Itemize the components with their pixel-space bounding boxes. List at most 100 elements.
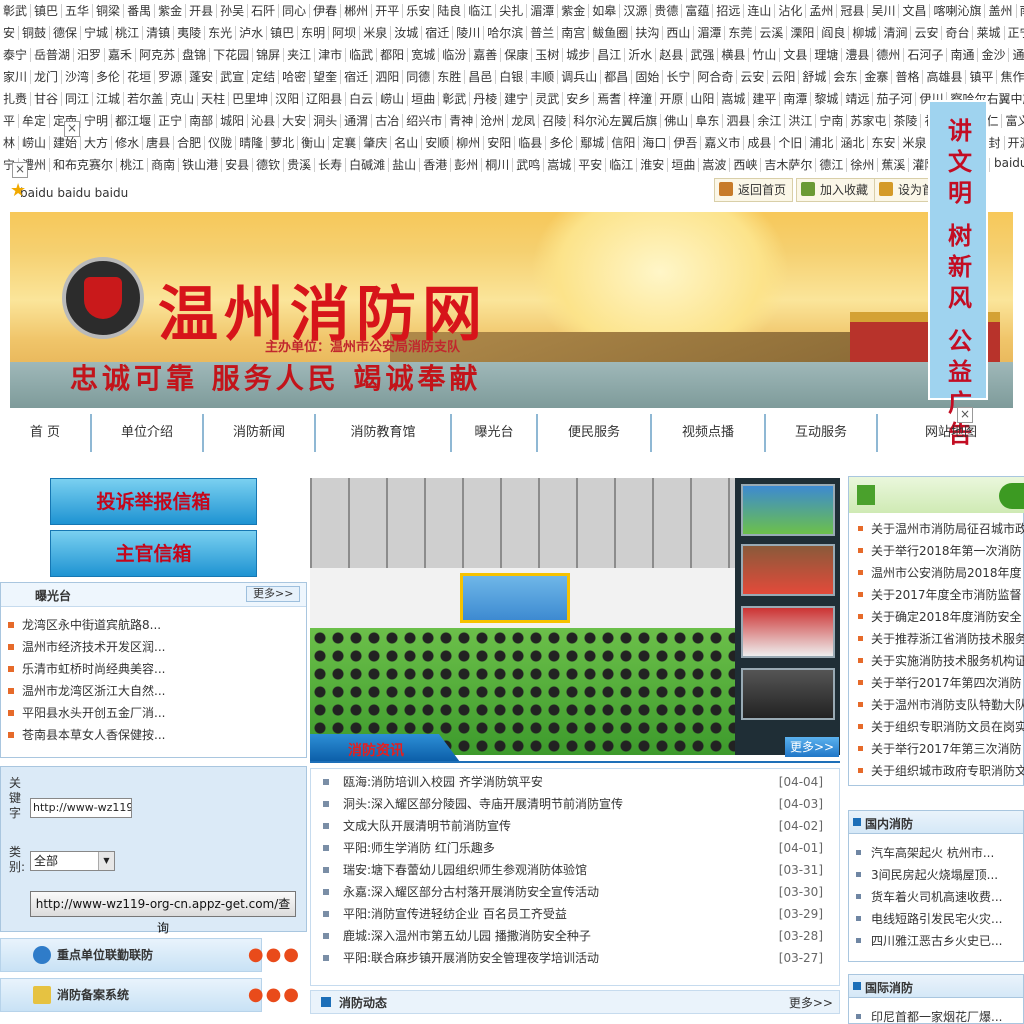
city-link[interactable]: 唐县 [143, 136, 175, 150]
city-link[interactable]: 云安 [911, 26, 943, 40]
city-link[interactable]: 龙门 [31, 70, 63, 84]
list-item[interactable]: 温州市公安消防局2018年度 [858, 562, 1024, 584]
city-link[interactable]: 铁山港 [179, 158, 223, 172]
city-link[interactable]: 德州 [873, 48, 905, 62]
news-row[interactable]: 瓯海:消防培训入校园 齐学消防筑平安 [04-04] [323, 771, 823, 793]
city-link[interactable]: 汉源 [620, 4, 652, 18]
city-link[interactable]: 正宁 [155, 114, 187, 128]
city-link[interactable]: 望奎 [310, 70, 342, 84]
city-link[interactable]: 梓潼 [625, 92, 657, 106]
city-link[interactable]: 多伦 [546, 136, 578, 150]
city-link[interactable]: 扎赉 [0, 92, 32, 106]
city-link[interactable]: 竹山 [749, 48, 781, 62]
city-link[interactable]: 崂山 [19, 136, 51, 150]
complaint-mailbox-button[interactable]: 投诉举报信箱 [50, 478, 257, 525]
city-link[interactable]: 东胜 [434, 70, 466, 84]
city-link[interactable]: 灵武 [532, 92, 564, 106]
city-link[interactable]: 泸水 [236, 26, 268, 40]
city-link[interactable]: 若尔盖 [124, 92, 168, 106]
city-link[interactable]: 铜梁 [93, 4, 125, 18]
city-link[interactable]: 绍兴市 [403, 114, 447, 128]
city-link[interactable]: 宁南 [816, 114, 848, 128]
city-link[interactable]: 建宁 [501, 92, 533, 106]
city-link[interactable]: 云溪 [756, 26, 788, 40]
city-link[interactable]: 桐川 [482, 158, 514, 172]
city-link[interactable]: 锦屏 [253, 48, 285, 62]
city-link[interactable]: 桃江 [112, 26, 144, 40]
city-link[interactable]: 临汾 [439, 48, 471, 62]
city-link[interactable]: 江城 [93, 92, 125, 106]
city-link[interactable]: 香港 [420, 158, 452, 172]
city-link[interactable]: 浦北 [806, 136, 838, 150]
star-icon[interactable]: ★ [10, 180, 26, 201]
list-item[interactable]: 关于举行2017年第四次消防 [858, 672, 1024, 694]
city-link[interactable]: 牟定 [19, 114, 51, 128]
city-link[interactable]: 西山 [663, 26, 695, 40]
city-link[interactable]: 开县 [186, 4, 218, 18]
city-link[interactable]: 石河子 [904, 48, 948, 62]
nav-fire-news[interactable]: 消防新闻 [204, 414, 316, 452]
city-link[interactable]: 番禺 [124, 4, 156, 18]
city-link[interactable]: 镇巴 [267, 26, 299, 40]
thumbnail-3[interactable] [741, 606, 835, 658]
city-link[interactable]: 个旧 [775, 136, 807, 150]
city-link[interactable]: 克山 [167, 92, 199, 106]
city-link[interactable]: 乐安 [403, 4, 435, 18]
city-link[interactable]: 淮安 [637, 158, 669, 172]
public-service-ad[interactable]: 讲文明 树新风 公益广告 [928, 100, 988, 448]
city-link[interactable]: 仪陇 [205, 136, 237, 150]
list-item[interactable]: 关于组织专职消防文员在岗实 [858, 716, 1024, 738]
city-link[interactable]: 花垣 [124, 70, 156, 84]
city-link[interactable]: 名山 [391, 136, 423, 150]
news-row[interactable]: 平阳:联合麻步镇开展消防安全管理夜学培训活动 [03-27] [323, 947, 823, 969]
city-link[interactable]: 尖扎 [496, 4, 528, 18]
city-link[interactable]: 科尔沁左翼后旗 [570, 114, 662, 128]
city-link[interactable]: 东明 [298, 26, 330, 40]
city-link[interactable]: 南通 [947, 48, 979, 62]
city-link[interactable]: 茄子河 [873, 92, 917, 106]
news-row[interactable]: 鹿城:深入温州市第五幼儿园 播撒消防安全种子 [03-28] [323, 925, 823, 947]
city-link[interactable]: 萝北 [267, 136, 299, 150]
key-unit-linkage-button[interactable]: 重点单位联勤联防 ●●● [0, 938, 299, 972]
city-link[interactable]: 夷陵 [174, 26, 206, 40]
city-link[interactable]: 东光 [205, 26, 237, 40]
city-link[interactable]: 长寿 [315, 158, 347, 172]
city-link[interactable]: 文县 [780, 48, 812, 62]
city-link[interactable]: 都江堰 [112, 114, 156, 128]
list-item[interactable]: 温州市经济技术开发区润... [8, 636, 298, 658]
list-item[interactable]: 电线短路引发民宅火灾... [856, 908, 1006, 930]
list-item[interactable]: 汽车高架起火 杭州市... [856, 842, 1006, 864]
city-link[interactable]: 云安 [737, 70, 769, 84]
city-link[interactable]: 吴川 [868, 4, 900, 18]
city-link[interactable]: 下花园 [210, 48, 254, 62]
thumbnail-2[interactable] [741, 544, 835, 596]
city-link[interactable]: 彭州 [451, 158, 483, 172]
city-link[interactable]: 城步 [563, 48, 595, 62]
city-link[interactable]: 嵩城 [544, 158, 576, 172]
city-link[interactable]: 奇台 [942, 26, 974, 40]
nav-services[interactable]: 便民服务 [538, 414, 652, 452]
nav-sitemap[interactable]: 网站地图 [878, 414, 1024, 452]
city-link[interactable]: 茶陵 [890, 114, 922, 128]
city-link[interactable]: 武强 [687, 48, 719, 62]
news-row[interactable]: 文成大队开展清明节前消防宣传 [04-02] [323, 815, 823, 837]
city-link[interactable]: 通渭 [341, 114, 373, 128]
list-item[interactable]: 关于温州市消防局征召城市政 [858, 518, 1024, 540]
list-item[interactable]: 关于举行2017年第三次消防 [858, 738, 1024, 760]
city-link[interactable]: 镇平 [966, 70, 998, 84]
city-link[interactable]: 盘锦 [179, 48, 211, 62]
city-link[interactable]: 保康 [501, 48, 533, 62]
city-link[interactable]: 彰武 [439, 92, 471, 106]
city-link[interactable]: 召陵 [539, 114, 571, 128]
city-link[interactable]: 阎良 [818, 26, 850, 40]
city-link[interactable]: 镇巴 [31, 4, 63, 18]
exposure-more-button[interactable]: 更多>> [246, 586, 301, 602]
nav-interactive[interactable]: 互动服务 [766, 414, 878, 452]
city-link[interactable]: 临江 [606, 158, 638, 172]
city-link[interactable]: 辽阳县 [303, 92, 347, 106]
home-button[interactable]: 返回首页 [714, 178, 794, 202]
city-link[interactable]: 嵩波 [699, 158, 731, 172]
query-button[interactable]: http://www-wz119-org-cn.appz-get.com/查询 [30, 891, 296, 935]
news-row[interactable]: 洞头:深入耀区部分陵园、寺庙开展清明节前消防宣传 [04-03] [323, 793, 823, 815]
city-link[interactable]: 临江 [465, 4, 497, 18]
